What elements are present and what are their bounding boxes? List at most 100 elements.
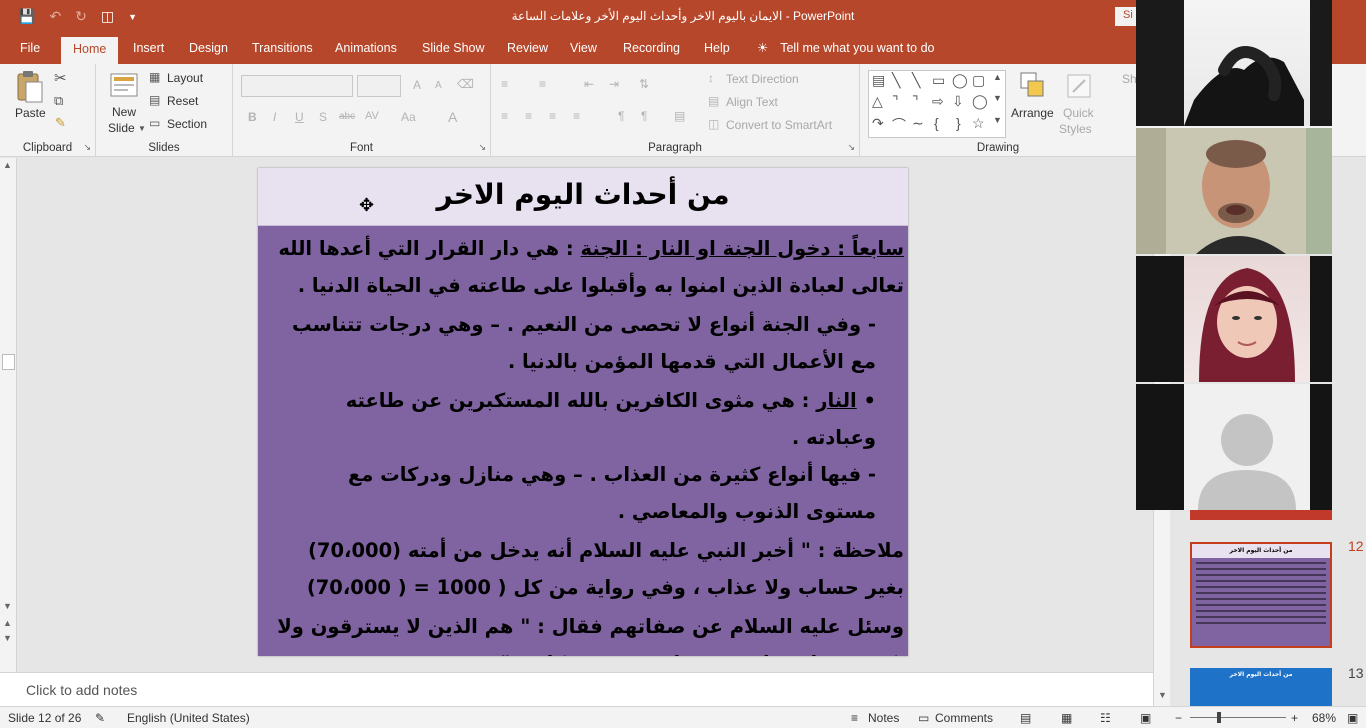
video-tile-4[interactable] xyxy=(1136,384,1332,510)
notes-pane[interactable]: Click to add notes xyxy=(0,672,1153,706)
elbow-connector-icon-2[interactable]: ⌝ xyxy=(912,93,919,110)
cut-icon[interactable]: ✂ xyxy=(54,69,67,87)
ltr-icon[interactable]: ¶ xyxy=(641,109,647,123)
shadow-button[interactable]: S xyxy=(319,110,327,124)
align-left-icon[interactable]: ≡ xyxy=(501,109,508,123)
comments-icon[interactable]: ▭ xyxy=(918,711,929,725)
shapes-gallery[interactable]: ▤ ╲ ╲ ▭ ◯ ▢ △ ⌝ ⌝ ⇨ ⇩ ◯ ↷ ⌒ ∼ { } ☆ ▲ ▼ xyxy=(868,70,1006,138)
scroll-down-arrow-icon[interactable]: ▼ xyxy=(1158,690,1167,700)
slide-sorter-icon[interactable]: ▦ xyxy=(1061,711,1072,725)
bullets-icon[interactable]: ≡ xyxy=(501,77,508,91)
section-button[interactable]: Section xyxy=(167,117,207,131)
format-painter-icon[interactable]: ✎ xyxy=(55,115,66,131)
video-tile-3[interactable] xyxy=(1136,256,1332,382)
down-arrow-shape-icon[interactable]: ⇩ xyxy=(952,93,964,110)
font-launcher-icon[interactable]: ↘ xyxy=(478,142,486,153)
line-shape-icon-2[interactable]: ╲ xyxy=(912,72,920,89)
new-slide-dropdown-icon[interactable]: ▼ xyxy=(138,124,146,133)
paragraph-launcher-icon[interactable]: ↘ xyxy=(847,142,855,153)
brace-left-icon[interactable]: { xyxy=(934,115,939,131)
tab-slide-show[interactable]: Slide Show xyxy=(422,41,485,55)
clipboard-launcher-icon[interactable]: ↘ xyxy=(83,142,91,153)
paste-button[interactable]: Paste xyxy=(15,106,46,120)
quick-styles-label-1[interactable]: Quick xyxy=(1063,106,1094,120)
gallery-down-icon[interactable]: ▼ xyxy=(993,93,1002,103)
slideshow-view-icon[interactable]: ▣ xyxy=(1140,711,1151,725)
paste-icon[interactable] xyxy=(14,70,44,103)
rtl-icon[interactable]: ¶ xyxy=(618,109,624,123)
columns-icon[interactable]: ▤ xyxy=(674,109,685,123)
convert-smartart-button[interactable]: Convert to SmartArt xyxy=(726,118,832,132)
zoom-in-button[interactable]: + xyxy=(1291,711,1298,725)
rounded-rect-shape-icon[interactable]: ▢ xyxy=(972,72,985,89)
previous-slide-icon[interactable]: ▲ xyxy=(3,618,12,628)
rectangle-shape-icon[interactable]: ▭ xyxy=(932,72,945,89)
star-shape-icon[interactable]: ☆ xyxy=(972,115,985,132)
normal-view-icon[interactable]: ▤ xyxy=(1020,711,1031,725)
text-direction-button[interactable]: Text Direction xyxy=(726,72,799,86)
textbox-shape-icon[interactable]: ▤ xyxy=(872,72,885,89)
arc-shape-icon[interactable]: ↷ xyxy=(872,115,884,132)
new-slide-icon[interactable] xyxy=(110,70,140,100)
change-case-button[interactable]: Aa xyxy=(401,110,416,124)
curve-shape-icon[interactable]: ⌒ xyxy=(892,115,906,135)
notes-placeholder[interactable]: Click to add notes xyxy=(26,682,137,698)
zoom-slider-track[interactable] xyxy=(1190,717,1286,718)
font-color-button[interactable]: A xyxy=(448,109,457,125)
numbering-icon[interactable]: ≡ xyxy=(539,77,546,91)
thumbnail-handle[interactable] xyxy=(2,354,15,370)
font-size-combo[interactable] xyxy=(357,75,401,97)
slide-body[interactable]: سابعاً : دخول الجنة او النار : الجنة : ه… xyxy=(272,230,904,656)
brace-right-icon[interactable]: } xyxy=(956,115,961,131)
tab-review[interactable]: Review xyxy=(507,41,548,55)
line-shape-icon[interactable]: ╲ xyxy=(892,72,900,89)
oval-shape-icon[interactable]: ◯ xyxy=(952,72,968,89)
quick-styles-icon[interactable] xyxy=(1065,72,1095,102)
wave-shape-icon[interactable]: ∼ xyxy=(912,115,924,132)
spelling-icon[interactable]: ✎ xyxy=(95,711,105,725)
new-slide-label-2[interactable]: Slide xyxy=(108,121,135,135)
thumbnail-13[interactable]: من أحداث اليوم الاخر xyxy=(1190,668,1332,706)
language-indicator[interactable]: English (United States) xyxy=(127,711,250,725)
font-family-combo[interactable] xyxy=(241,75,353,97)
arrange-icon[interactable] xyxy=(1018,70,1048,100)
notes-toggle-icon[interactable]: ≡ xyxy=(851,711,858,725)
tab-file[interactable]: File xyxy=(20,41,40,55)
clear-formatting-icon[interactable]: ⌫ xyxy=(457,77,474,91)
zoom-level[interactable]: 68% xyxy=(1312,711,1336,725)
char-spacing-button[interactable]: AV xyxy=(365,110,379,122)
gallery-more-icon[interactable]: ▼ xyxy=(993,115,1002,125)
align-center-icon[interactable]: ≡ xyxy=(525,109,532,123)
reading-view-icon[interactable]: ☷ xyxy=(1100,711,1111,725)
tell-me-search[interactable]: ☀ Tell me what you want to do xyxy=(757,40,934,55)
zoom-slider-knob[interactable] xyxy=(1217,712,1221,723)
fit-to-window-icon[interactable]: ▣ xyxy=(1347,711,1358,725)
tab-recording[interactable]: Recording xyxy=(623,41,680,55)
right-arrow-shape-icon[interactable]: ⇨ xyxy=(932,93,944,110)
shrink-font-icon[interactable]: A xyxy=(435,80,442,91)
tab-design[interactable]: Design xyxy=(189,41,228,55)
grow-font-icon[interactable]: A xyxy=(413,78,421,92)
decrease-indent-icon[interactable]: ⇤ xyxy=(584,77,594,91)
shape-fill-button[interactable]: Sh xyxy=(1122,72,1137,86)
tab-animations[interactable]: Animations xyxy=(335,41,397,55)
slide-title[interactable]: من أحداث اليوم الاخر xyxy=(258,178,908,211)
new-slide-label-1[interactable]: New xyxy=(112,105,136,119)
align-right-icon[interactable]: ≡ xyxy=(549,109,556,123)
scroll-up-icon[interactable]: ▲ xyxy=(3,160,12,170)
justify-icon[interactable]: ≡ xyxy=(573,109,580,123)
italic-button[interactable]: I xyxy=(273,110,276,124)
arrange-button[interactable]: Arrange xyxy=(1011,106,1054,120)
layout-button[interactable]: Layout xyxy=(167,71,203,85)
increase-indent-icon[interactable]: ⇥ xyxy=(609,77,619,91)
tab-transitions[interactable]: Transitions xyxy=(252,41,313,55)
zoom-out-button[interactable]: − xyxy=(1175,711,1182,725)
freeform-shape-icon[interactable]: ◯ xyxy=(972,93,988,110)
scroll-down-icon[interactable]: ▼ xyxy=(3,601,12,611)
quick-styles-label-2[interactable]: Styles xyxy=(1059,122,1092,136)
notes-toggle-button[interactable]: Notes xyxy=(868,711,899,725)
strikethrough-button[interactable]: abc xyxy=(339,111,355,122)
video-tile-1[interactable] xyxy=(1136,0,1332,126)
gallery-up-icon[interactable]: ▲ xyxy=(993,72,1002,82)
align-text-button[interactable]: Align Text xyxy=(726,95,778,109)
